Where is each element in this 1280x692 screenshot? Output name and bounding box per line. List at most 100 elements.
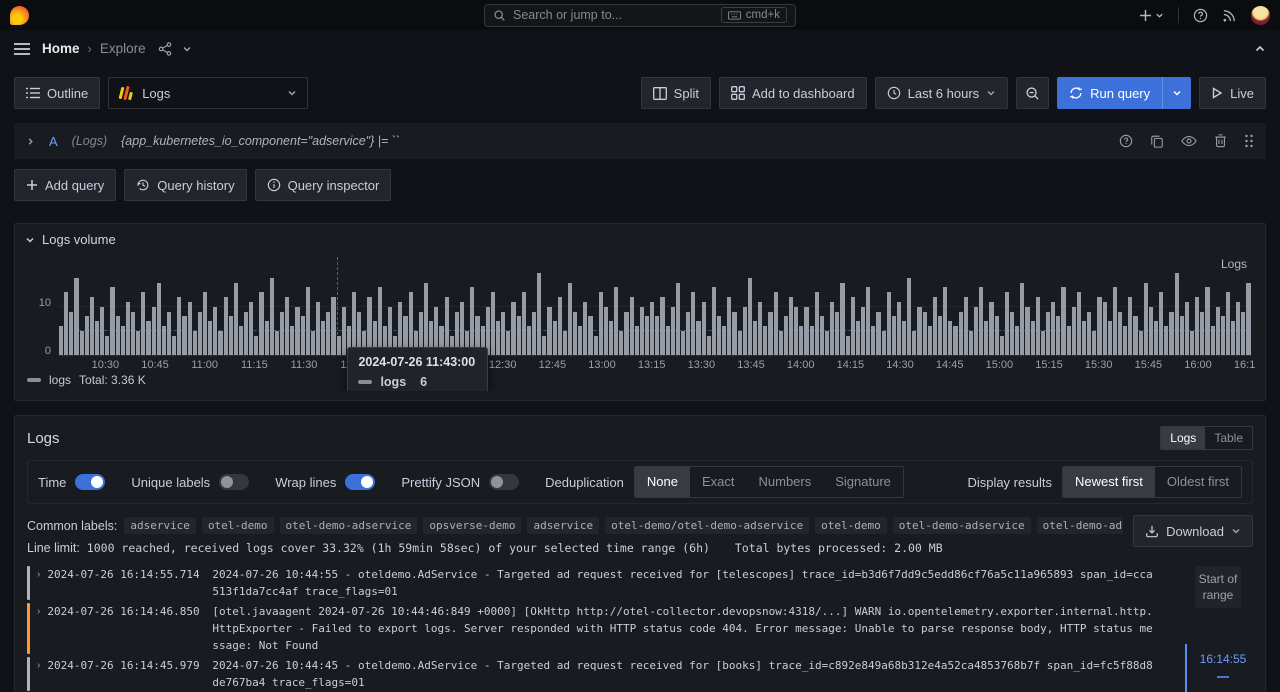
axis-right-label: Logs bbox=[1221, 257, 1247, 271]
logs-volume-title: Logs volume bbox=[42, 232, 116, 247]
view-option-table[interactable]: Table bbox=[1205, 427, 1252, 449]
view-option-logs[interactable]: Logs bbox=[1161, 427, 1205, 449]
toggle-switch[interactable] bbox=[75, 474, 105, 490]
share-icon[interactable] bbox=[158, 42, 172, 56]
grafana-logo-icon[interactable] bbox=[10, 6, 29, 25]
log-message: 2024-07-26 10:44:55 - oteldemo.AdService… bbox=[212, 566, 1153, 600]
x-tick: 14:45 bbox=[936, 359, 964, 371]
volume-bar bbox=[306, 287, 310, 355]
avatar[interactable] bbox=[1251, 6, 1270, 25]
deduplication-group: NoneExactNumbersSignature bbox=[634, 466, 904, 498]
add-to-dashboard-button[interactable]: Add to dashboard bbox=[719, 77, 867, 109]
crosshair-horizontal bbox=[59, 330, 1251, 331]
log-expand-icon[interactable]: › bbox=[37, 566, 40, 600]
dedup-option-numbers[interactable]: Numbers bbox=[747, 467, 824, 497]
volume-bar bbox=[208, 321, 212, 355]
query-inspector-button[interactable]: Query inspector bbox=[255, 169, 392, 201]
collapse-panel-icon[interactable] bbox=[25, 235, 35, 245]
split-button[interactable]: Split bbox=[641, 77, 711, 109]
volume-bar bbox=[995, 316, 999, 355]
volume-bar bbox=[1010, 312, 1014, 355]
toggle-unique-labels[interactable]: Unique labels bbox=[131, 474, 249, 490]
drag-handle-icon[interactable] bbox=[1244, 134, 1254, 148]
dedup-option-exact[interactable]: Exact bbox=[690, 467, 747, 497]
toggle-time[interactable]: Time bbox=[38, 474, 105, 490]
volume-bar bbox=[1108, 321, 1112, 355]
x-tick: 10:30 bbox=[92, 359, 120, 371]
logs-volume-chart[interactable]: Logs 10 0 2024-07-26 11:43:00 logs 6 10:… bbox=[25, 257, 1255, 391]
download-button[interactable]: Download bbox=[1133, 515, 1253, 547]
query-help-icon[interactable] bbox=[1119, 134, 1133, 148]
chevron-down-icon[interactable] bbox=[182, 44, 192, 54]
log-row[interactable]: ›2024-07-26 16:14:46.850[otel.javaagent … bbox=[27, 602, 1153, 656]
search-icon bbox=[493, 9, 506, 22]
volume-bar bbox=[630, 297, 634, 355]
dedup-option-signature[interactable]: Signature bbox=[823, 467, 903, 497]
volume-bar bbox=[707, 336, 711, 355]
help-icon[interactable] bbox=[1193, 8, 1208, 23]
log-expand-icon[interactable]: › bbox=[37, 657, 40, 691]
datasource-picker[interactable]: Logs bbox=[108, 77, 308, 109]
log-navigation-scrollbar[interactable] bbox=[1185, 644, 1187, 692]
live-button[interactable]: Live bbox=[1199, 77, 1266, 109]
log-row[interactable]: ›2024-07-26 16:14:55.7142024-07-26 10:44… bbox=[27, 565, 1153, 602]
chart-legend[interactable]: logs Total: 3.36 K bbox=[27, 373, 146, 387]
toggle-switch[interactable] bbox=[219, 474, 249, 490]
hide-query-icon[interactable] bbox=[1181, 135, 1197, 147]
plus-icon bbox=[26, 179, 38, 191]
volume-bar bbox=[907, 278, 911, 355]
log-expand-icon[interactable]: › bbox=[37, 603, 40, 654]
duplicate-query-icon[interactable] bbox=[1150, 134, 1164, 148]
delete-query-icon[interactable] bbox=[1214, 134, 1227, 148]
volume-bar bbox=[553, 321, 557, 355]
volume-bar bbox=[1144, 283, 1148, 355]
toggle-switch[interactable] bbox=[345, 474, 375, 490]
volume-bar bbox=[583, 302, 587, 355]
toggle-switch[interactable] bbox=[489, 474, 519, 490]
volume-bar bbox=[1092, 331, 1096, 355]
log-timestamp: 2024-07-26 16:14:55.714 bbox=[47, 566, 205, 600]
news-icon[interactable] bbox=[1222, 8, 1237, 23]
volume-bar bbox=[1118, 312, 1122, 355]
volume-bar bbox=[74, 278, 78, 355]
x-tick: 14:15 bbox=[837, 359, 865, 371]
display-option-oldest-first[interactable]: Oldest first bbox=[1155, 467, 1241, 497]
volume-bar bbox=[696, 321, 700, 355]
menu-icon[interactable] bbox=[14, 43, 30, 55]
breadcrumb-page[interactable]: Explore bbox=[100, 41, 146, 56]
volume-bar bbox=[69, 312, 73, 355]
log-row[interactable]: ›2024-07-26 16:14:45.9792024-07-26 10:44… bbox=[27, 656, 1153, 692]
query-history-button[interactable]: Query history bbox=[124, 169, 246, 201]
volume-bar bbox=[496, 321, 500, 355]
breadcrumb-home[interactable]: Home bbox=[42, 41, 80, 56]
x-tick: 16:15 bbox=[1234, 359, 1255, 371]
volume-bar bbox=[902, 321, 906, 355]
run-query-button[interactable]: Run query bbox=[1057, 77, 1191, 109]
x-tick: 15:30 bbox=[1085, 359, 1113, 371]
add-query-button[interactable]: Add query bbox=[14, 169, 116, 201]
volume-bar bbox=[229, 316, 233, 355]
search-placeholder: Search or jump to... bbox=[513, 8, 622, 22]
time-range-picker[interactable]: Last 6 hours bbox=[875, 77, 1009, 109]
toggle-wrap-lines[interactable]: Wrap lines bbox=[275, 474, 375, 490]
top-nav: Search or jump to... cmd+k bbox=[0, 0, 1280, 30]
search-input[interactable]: Search or jump to... cmd+k bbox=[484, 4, 796, 27]
zoom-out-button[interactable] bbox=[1016, 77, 1049, 109]
legend-series[interactable]: logs bbox=[49, 373, 71, 387]
volume-bar bbox=[650, 302, 654, 355]
new-button[interactable] bbox=[1139, 9, 1164, 22]
display-option-newest-first[interactable]: Newest first bbox=[1063, 467, 1155, 497]
volume-bar bbox=[933, 297, 937, 355]
toggle-prettify-json[interactable]: Prettify JSON bbox=[401, 474, 519, 490]
collapse-section-icon[interactable] bbox=[1254, 43, 1266, 55]
x-tick: 10:45 bbox=[141, 359, 169, 371]
query-row[interactable]: A (Logs) {app_kubernetes_io_component="a… bbox=[14, 123, 1266, 159]
query-expression[interactable]: {app_kubernetes_io_component="adservice"… bbox=[121, 134, 400, 148]
x-axis: 10:3010:4511:0011:1511:3011:4512:0012:15… bbox=[59, 359, 1251, 374]
run-query-caret[interactable] bbox=[1162, 77, 1191, 109]
outline-button[interactable]: Outline bbox=[14, 77, 100, 109]
expand-query-icon[interactable] bbox=[26, 137, 35, 146]
dedup-option-none[interactable]: None bbox=[635, 467, 690, 497]
volume-bar bbox=[748, 278, 752, 355]
chart-plot-area[interactable]: 2024-07-26 11:43:00 logs 6 bbox=[59, 273, 1251, 355]
